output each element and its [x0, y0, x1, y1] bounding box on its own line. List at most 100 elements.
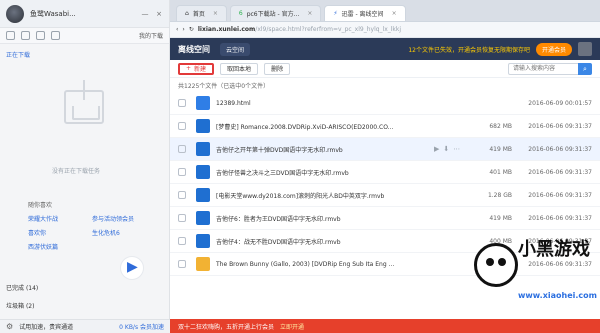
- row-checkbox[interactable]: [178, 214, 186, 222]
- status-bar: ⚙ 试用加速，贵宾通道 0 KB/s 会员加速: [0, 319, 170, 333]
- suggest-item-3[interactable]: 喜欢你: [28, 228, 84, 237]
- download-speed[interactable]: 0 KB/s 会员加速: [119, 322, 164, 331]
- downloading-section-title[interactable]: 正在下载: [0, 44, 169, 59]
- row-checkbox[interactable]: [178, 237, 186, 245]
- avatar[interactable]: [6, 4, 24, 23]
- video-file-icon: [196, 119, 210, 133]
- row-checkbox[interactable]: [178, 168, 186, 176]
- row-checkbox[interactable]: [178, 99, 186, 107]
- url-host: lixian.xunlei.com: [197, 26, 256, 33]
- video-file-icon: [196, 165, 210, 179]
- empty-tray-icon: [64, 90, 104, 124]
- user-avatar[interactable]: [578, 42, 592, 56]
- file-size: 419 MB: [489, 145, 512, 153]
- site-watermark: 小黑游戏 www.xiaohei.com: [474, 225, 597, 317]
- tab-home[interactable]: ⌂ 首页 ×: [176, 5, 227, 21]
- table-row[interactable]: 吉他仔之开年第十弹DVD国语中字无水印.rmvb ▶ ⬇ ⋯ 419 MB 2016-06…: [170, 138, 600, 161]
- table-row[interactable]: 12389.html 2016-06-09 00:01:57: [170, 92, 600, 115]
- empty-state-text: 没有正在下载任务: [52, 168, 101, 175]
- row-checkbox[interactable]: [178, 260, 186, 268]
- home-icon: ⌂: [185, 10, 189, 17]
- speedup-status[interactable]: 试用加速，贵宾通道: [19, 322, 73, 331]
- tab-close-icon[interactable]: ×: [307, 10, 312, 17]
- trash-row[interactable]: 垃圾箱 (2): [0, 301, 170, 310]
- expired-files-promo[interactable]: 12个文件已失效，开通会员恢复无限期保存吧: [408, 45, 530, 54]
- file-name[interactable]: [梦曹史] Romance.2008.DVDRip.XviD-ARISCO(ED…: [216, 122, 426, 131]
- file-date: 2016-06-06 09:31:37: [528, 145, 592, 153]
- file-size: 1.28 GB: [487, 191, 512, 199]
- file-name[interactable]: 吉他仔6：胜者为王DVD国语中字无水印.rmvb: [216, 214, 426, 223]
- table-row[interactable]: [电影天堂www.dy2018.com]滚刺的阳光人BD中英双字.rmvb 1.2…: [170, 184, 600, 207]
- suggestions: 随你喜欢 荣耀大作战 参与活动领会员 喜欢你 生化危机6 西游伏妖篇: [28, 200, 148, 251]
- tab-close-icon[interactable]: ×: [213, 10, 218, 17]
- pause-icon[interactable]: [36, 31, 45, 40]
- delete-icon[interactable]: [51, 31, 60, 40]
- file-date: 2016-06-06 09:31:37: [528, 191, 592, 199]
- url-text[interactable]: lixian.xunlei.com/xl9/space.html?referfr…: [198, 26, 401, 33]
- minimize-icon[interactable]: —: [141, 10, 149, 18]
- address-bar[interactable]: ‹ › ↻ lixian.xunlei.com/xl9/space.html?r…: [170, 22, 600, 38]
- suggest-item-2[interactable]: 参与活动领会员: [92, 214, 148, 223]
- thunder-icon: ⚡: [333, 10, 338, 17]
- delete-button[interactable]: 删除: [264, 62, 291, 75]
- video-file-icon: [196, 142, 210, 156]
- new-button-label: 新建: [194, 66, 207, 73]
- table-row[interactable]: [梦曹史] Romance.2008.DVDRip.XviD-ARISCO(ED…: [170, 115, 600, 138]
- trash-count: (2): [25, 303, 35, 310]
- play-icon[interactable]: ▶: [434, 145, 439, 153]
- plus-icon: +: [186, 65, 192, 72]
- left-pane: 鱼鹭Wasabi... — × 我的下载 正在下载 没有正在下载任务 随你喜欢 …: [0, 0, 170, 333]
- file-name[interactable]: [电影天堂www.dy2018.com]滚刺的阳光人BD中英双字.rmvb: [216, 191, 426, 200]
- search-input[interactable]: [508, 62, 578, 75]
- file-count: 共1225个文件（已选中0个文件）: [178, 82, 270, 90]
- file-name[interactable]: The Brown Bunny (Gallo, 2003) [DVDRip En…: [216, 261, 426, 268]
- trash-label: 垃圾箱: [6, 303, 25, 310]
- file-size: 401 MB: [489, 168, 512, 176]
- file-name[interactable]: 吉他仔怪兽之决斗之三DVD国语中字无水印.rmvb: [216, 168, 426, 177]
- back-icon[interactable]: ‹: [176, 26, 178, 33]
- web-file-icon: [196, 96, 210, 110]
- file-date: 2016-06-06 09:31:37: [528, 214, 592, 222]
- table-row[interactable]: 吉他仔怪兽之决斗之三DVD国语中字无水印.rmvb 401 MB 2016-06-0…: [170, 161, 600, 184]
- refresh-icon[interactable]: ↻: [189, 26, 194, 33]
- tab-xunlei-lixian[interactable]: ⚡ 迅雷 - 离线空间 ×: [324, 5, 406, 21]
- suggest-item-4[interactable]: 生化危机6: [92, 228, 148, 237]
- file-name[interactable]: 吉他仔4：战无不胜DVD国语中字无水印.rmvb: [216, 237, 426, 246]
- close-icon[interactable]: ×: [155, 10, 163, 18]
- tab-close-icon[interactable]: ×: [392, 10, 397, 17]
- tab-pc6[interactable]: 6 pc6下载站 - 官方... ×: [229, 5, 322, 21]
- lixian-header: 离线空间 云空间 12个文件已失效，开通会员恢复无限期保存吧 开通会员: [170, 38, 600, 60]
- watermark-site: www.xiaohei.com: [518, 291, 597, 300]
- profile-bar: 鱼鹭Wasabi... — ×: [0, 0, 169, 28]
- bottom-promo-bar[interactable]: 双十二狂欢嗨购，五折开通上行会员 立即开通: [170, 319, 600, 333]
- forward-icon[interactable]: ›: [182, 26, 184, 33]
- suggest-item-5[interactable]: 西游伏妖篇: [28, 242, 84, 251]
- file-name[interactable]: 吉他仔之开年第十弹DVD国语中字无水印.rmvb: [216, 145, 426, 154]
- file-size: 682 MB: [489, 122, 512, 130]
- username[interactable]: 鱼鹭Wasabi...: [30, 9, 135, 19]
- search-icon[interactable]: ⌕: [578, 62, 592, 75]
- download-local-button[interactable]: 取回本地: [220, 62, 259, 75]
- more-icon[interactable]: ⋯: [453, 145, 460, 153]
- new-task-icon[interactable]: [6, 31, 15, 40]
- left-toolbar: 我的下载: [0, 28, 169, 44]
- row-checkbox[interactable]: [178, 145, 186, 153]
- suggest-item-1[interactable]: 荣耀大作战: [28, 214, 84, 223]
- row-checkbox[interactable]: [178, 122, 186, 130]
- start-icon[interactable]: [21, 31, 30, 40]
- video-file-icon: [196, 188, 210, 202]
- url-path: /xl9/space.html?referfrom=v_pc_xl9_hylq_…: [255, 26, 402, 33]
- completed-count: (14): [25, 285, 39, 292]
- bottom-promo-cta[interactable]: 立即开通: [280, 322, 304, 331]
- download-icon[interactable]: ⬇: [443, 145, 449, 153]
- panda-logo: [474, 243, 518, 287]
- xunlei-bird-icon[interactable]: [120, 256, 144, 280]
- file-name[interactable]: 12389.html: [216, 100, 426, 107]
- completed-row[interactable]: 已完成 (14): [0, 283, 170, 292]
- open-member-button[interactable]: 开通会员: [535, 42, 572, 56]
- my-downloads-label[interactable]: 我的下载: [139, 31, 163, 40]
- cloud-space-tab[interactable]: 云空间: [220, 42, 251, 56]
- settings-icon[interactable]: ⚙: [6, 322, 13, 331]
- new-button[interactable]: + 新建: [178, 62, 215, 75]
- row-checkbox[interactable]: [178, 191, 186, 199]
